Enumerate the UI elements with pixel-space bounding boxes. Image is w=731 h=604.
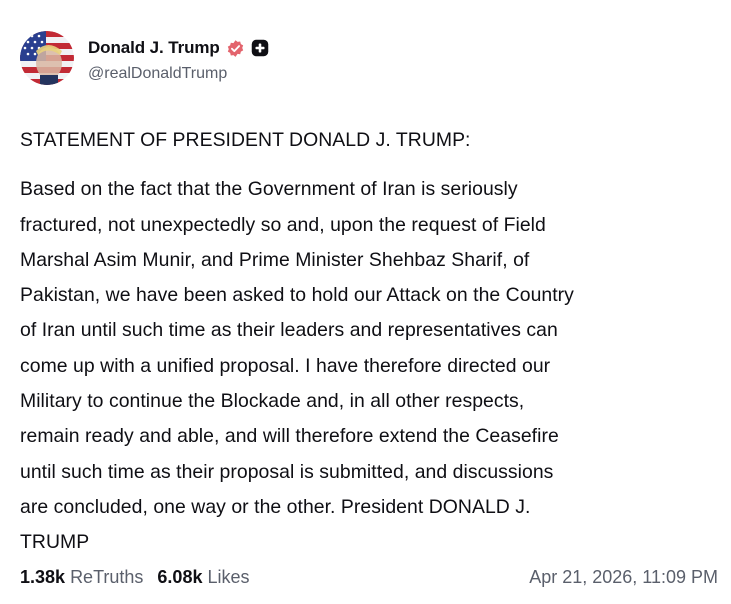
profile-photo-flag-icon[interactable] [20,31,74,85]
truth-post: Donald J. Trump @realDonaldTrump STATEME… [0,0,731,604]
post-timestamp[interactable]: Apr 21, 2026, 11:09 PM [529,567,718,588]
post-body-line: fractured, not unexpectedly so and, upon… [20,213,546,236]
post-body-line: come up with a unified proposal. I have … [20,354,551,377]
post-body-line: Based on the fact that the Government of… [20,178,518,201]
engagement-stats: 1.38k ReTruths 6.08k Likes [20,567,250,588]
post-body-line: Pakistan, we have been asked to hold our… [20,284,574,307]
verified-badge-icon [227,39,243,57]
post-body: Based on the fact that the Government of… [20,172,720,560]
post-body-line: TRUMP [20,531,90,554]
statement-title: STATEMENT OF PRESIDENT DONALD J. TRUMP: [20,129,471,151]
likes-stat[interactable]: 6.08k Likes [157,567,249,587]
post-body-line: are concluded, one way or the other. Pre… [20,495,531,518]
retruths-stat[interactable]: 1.38k ReTruths [20,567,143,587]
retruths-label: ReTruths [70,567,144,587]
post-body-line: until such time as their proposal is sub… [20,460,554,483]
post-body-line: Marshal Asim Munir, and Prime Minister S… [20,248,530,271]
author-handle[interactable]: @realDonaldTrump [88,65,227,83]
post-body-line: of Iran until such time as their leaders… [20,319,558,342]
author-name-row: Donald J. Trump [88,38,269,58]
plus-badge-icon [251,39,268,57]
post-body-line: Military to continue the Blockade and, i… [20,390,525,413]
likes-count: 6.08k [157,567,203,587]
likes-label: Likes [207,567,250,587]
post-body-line: remain ready and able, and will therefor… [20,425,559,448]
post-footer: 1.38k ReTruths 6.08k Likes Apr 21, 2026, … [20,567,718,593]
post-content: STATEMENT OF PRESIDENT DONALD J. TRUMP: … [20,123,720,561]
author-display-name[interactable]: Donald J. Trump [88,38,220,58]
retruths-count: 1.38k [20,567,66,587]
